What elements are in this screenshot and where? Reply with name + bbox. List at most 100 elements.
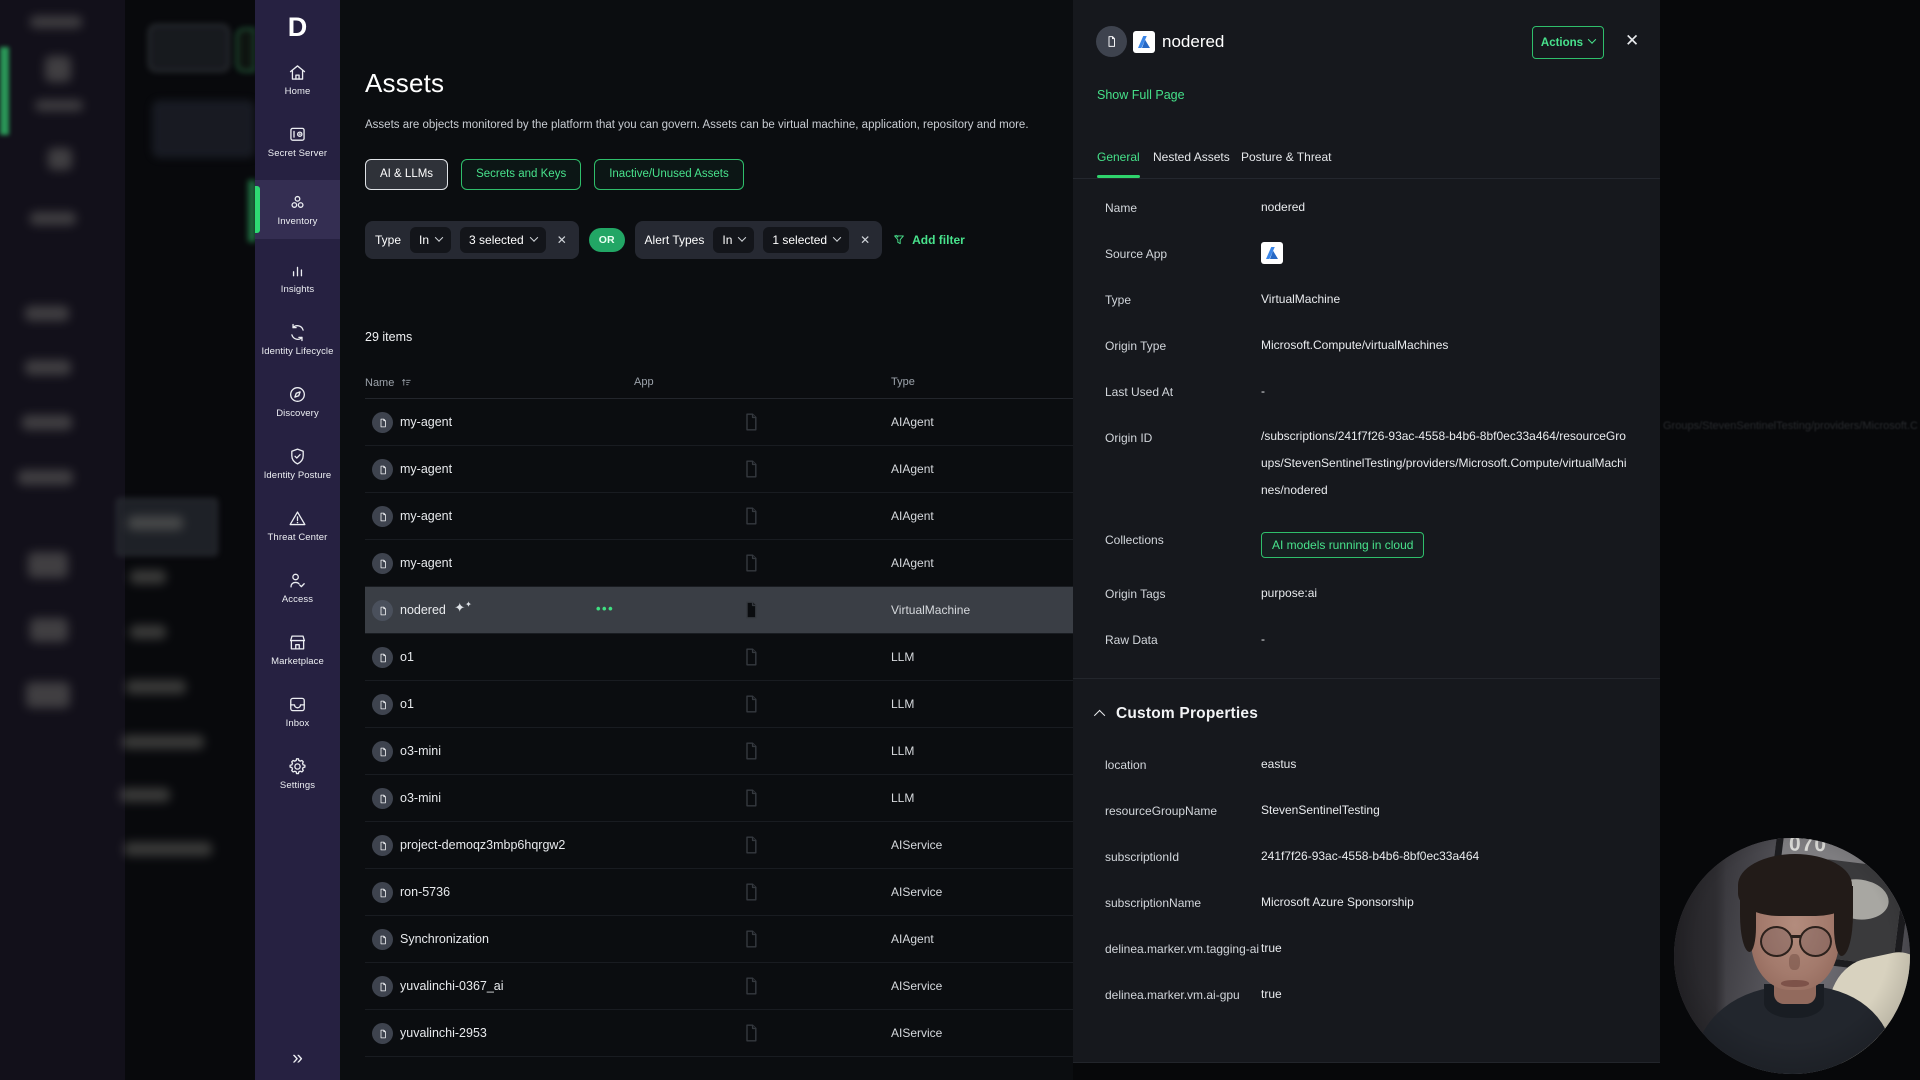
file-icon bbox=[372, 506, 393, 527]
filter-operator-select[interactable]: In bbox=[410, 227, 451, 253]
custom-properties-title: Custom Properties bbox=[1116, 705, 1258, 723]
table-row[interactable]: yuvalinchi-2953 AIService bbox=[365, 1010, 1073, 1057]
sidebar-item-threat-center[interactable]: Threat Center bbox=[255, 502, 340, 549]
sidebar: D Home Secret Server Inventory Insights … bbox=[255, 0, 340, 1080]
asset-name: my-agent bbox=[400, 556, 452, 570]
table-row[interactable]: my-agent AIAgent bbox=[365, 446, 1073, 493]
add-filter-button[interactable]: Add filter bbox=[892, 233, 965, 247]
sidebar-item-insights[interactable]: Insights bbox=[255, 254, 340, 301]
row-actions-dots[interactable]: ••• bbox=[596, 601, 614, 616]
custom-property-row: location eastus bbox=[1073, 743, 1660, 789]
chevron-down-icon bbox=[529, 233, 537, 241]
asset-detail-panel: nodered Actions ✕ Show Full Page General… bbox=[1073, 0, 1660, 1063]
app-file-icon bbox=[739, 410, 763, 439]
quick-filter-chip-inactive-unused-assets[interactable]: Inactive/Unused Assets bbox=[594, 159, 744, 190]
table-row[interactable]: my-agent AIAgent bbox=[365, 493, 1073, 540]
sidebar-item-home[interactable]: Home bbox=[255, 56, 340, 103]
sidebar-item-identity-lifecycle[interactable]: Identity Lifecycle bbox=[255, 316, 340, 363]
asset-name: project-demoqz3mbp6hqrgw2 bbox=[400, 838, 565, 852]
close-icon[interactable]: ✕ bbox=[1625, 31, 1639, 51]
table-row[interactable]: my-agent AIAgent bbox=[365, 540, 1073, 587]
field-value: Microsoft Azure Sponsorship bbox=[1261, 895, 1632, 909]
field-row: Origin Tags purpose:ai bbox=[1073, 572, 1660, 618]
actions-button[interactable]: Actions bbox=[1532, 26, 1604, 59]
app-file-icon bbox=[739, 504, 763, 533]
table-row[interactable]: o3-mini LLM bbox=[365, 728, 1073, 775]
asset-name: my-agent bbox=[400, 509, 452, 523]
field-value: AI models running in cloud bbox=[1261, 532, 1632, 558]
app-file-icon bbox=[739, 786, 763, 815]
app-file-icon bbox=[739, 974, 763, 1003]
app-file-icon bbox=[739, 880, 763, 909]
filter-bar: Type In 3 selected ✕ OR Alert Types In 1… bbox=[365, 221, 965, 259]
tab-posture-threat[interactable]: Posture & Threat bbox=[1241, 150, 1332, 176]
remove-filter-icon[interactable]: ✕ bbox=[858, 233, 872, 247]
collection-badge[interactable]: AI models running in cloud bbox=[1261, 532, 1424, 558]
custom-properties-header[interactable]: Custom Properties bbox=[1073, 679, 1660, 727]
tab-general[interactable]: General bbox=[1097, 150, 1140, 176]
filter-operator-select[interactable]: In bbox=[713, 227, 754, 253]
inbox-icon bbox=[287, 694, 308, 715]
asset-type: AIAgent bbox=[891, 509, 934, 523]
panel-fields: Name nodered Source App Type VirtualMach… bbox=[1073, 186, 1660, 1019]
page-title: Assets bbox=[365, 68, 444, 99]
field-label: Type bbox=[1105, 292, 1261, 307]
sidebar-item-secret-server[interactable]: Secret Server bbox=[255, 118, 340, 165]
field-label: delinea.marker.vm.ai-gpu bbox=[1105, 987, 1261, 1002]
sidebar-item-marketplace[interactable]: Marketplace bbox=[255, 626, 340, 673]
ghost-chip bbox=[148, 24, 230, 72]
sidebar-item-label: Identity Lifecycle bbox=[261, 346, 333, 357]
sort-icon[interactable] bbox=[400, 376, 413, 389]
filter-value-select[interactable]: 1 selected bbox=[763, 227, 849, 253]
file-icon bbox=[372, 882, 393, 903]
asset-type: AIAgent bbox=[891, 415, 934, 429]
main-content: Assets Assets are objects monitored by t… bbox=[340, 0, 1073, 1080]
field-value: nodered bbox=[1261, 200, 1632, 214]
quick-filter-chip-secrets-and-keys[interactable]: Secrets and Keys bbox=[461, 159, 581, 190]
table-row[interactable]: Synchronization AIAgent bbox=[365, 916, 1073, 963]
sidebar-item-inbox[interactable]: Inbox bbox=[255, 688, 340, 735]
field-label: Collections bbox=[1105, 532, 1261, 547]
table-row[interactable]: my-agent AIAgent bbox=[365, 399, 1073, 446]
table-row[interactable]: yuvalinchi-0367_ai AIService bbox=[365, 963, 1073, 1010]
page-description: Assets are objects monitored by the plat… bbox=[365, 119, 1029, 131]
sidebar-collapse-button[interactable]: » bbox=[255, 1048, 340, 1070]
chevron-down-icon bbox=[738, 233, 746, 241]
table-row[interactable]: nodered ✦✦ ••• VirtualMachine bbox=[365, 587, 1073, 634]
azure-icon bbox=[1133, 31, 1155, 53]
filter-conjunction-pill[interactable]: OR bbox=[589, 228, 625, 252]
field-value: VirtualMachine bbox=[1261, 292, 1632, 306]
sidebar-item-inventory[interactable]: Inventory bbox=[255, 180, 340, 239]
filter-group-type: Type In 3 selected ✕ bbox=[365, 221, 579, 259]
remove-filter-icon[interactable]: ✕ bbox=[555, 233, 569, 247]
asset-type: LLM bbox=[891, 697, 914, 711]
custom-property-row: delinea.marker.vm.tagging-ai true bbox=[1073, 927, 1660, 973]
table-row[interactable]: o3-mini LLM bbox=[365, 775, 1073, 822]
table-row[interactable]: project-demoqz3mbp6hqrgw2 AIService bbox=[365, 822, 1073, 869]
quick-filter-chips: AI & LLMs Secrets and Keys Inactive/Unus… bbox=[365, 159, 744, 190]
column-header-app[interactable]: App bbox=[634, 376, 654, 388]
table-row[interactable]: ron-5736 AIService bbox=[365, 869, 1073, 916]
table-row[interactable]: o1 LLM bbox=[365, 681, 1073, 728]
sidebar-item-settings[interactable]: Settings bbox=[255, 750, 340, 797]
asset-name: Synchronization bbox=[400, 932, 489, 946]
quick-filter-chip-ai-llms[interactable]: AI & LLMs bbox=[365, 159, 448, 190]
sidebar-item-access[interactable]: Access bbox=[255, 564, 340, 611]
field-label: Origin Type bbox=[1105, 338, 1261, 353]
ai-sparkle-icon: ✦✦ bbox=[454, 600, 472, 616]
file-icon bbox=[372, 929, 393, 950]
file-icon bbox=[372, 741, 393, 762]
file-icon bbox=[372, 412, 393, 433]
sidebar-item-discovery[interactable]: Discovery bbox=[255, 378, 340, 425]
filter-value-select[interactable]: 3 selected bbox=[460, 227, 546, 253]
threat-center-icon bbox=[287, 508, 308, 529]
app-logo: D bbox=[255, 12, 340, 43]
table-row[interactable]: o1 LLM bbox=[365, 634, 1073, 681]
sidebar-item-identity-posture[interactable]: Identity Posture bbox=[255, 440, 340, 487]
column-header-name[interactable]: Name bbox=[365, 376, 413, 389]
asset-type: LLM bbox=[891, 650, 914, 664]
show-full-page-link[interactable]: Show Full Page bbox=[1097, 88, 1185, 102]
tab-nested-assets[interactable]: Nested Assets bbox=[1153, 150, 1230, 176]
field-row: Origin ID /subscriptions/241f7f26-93ac-4… bbox=[1073, 416, 1660, 518]
column-header-type[interactable]: Type bbox=[891, 376, 915, 388]
